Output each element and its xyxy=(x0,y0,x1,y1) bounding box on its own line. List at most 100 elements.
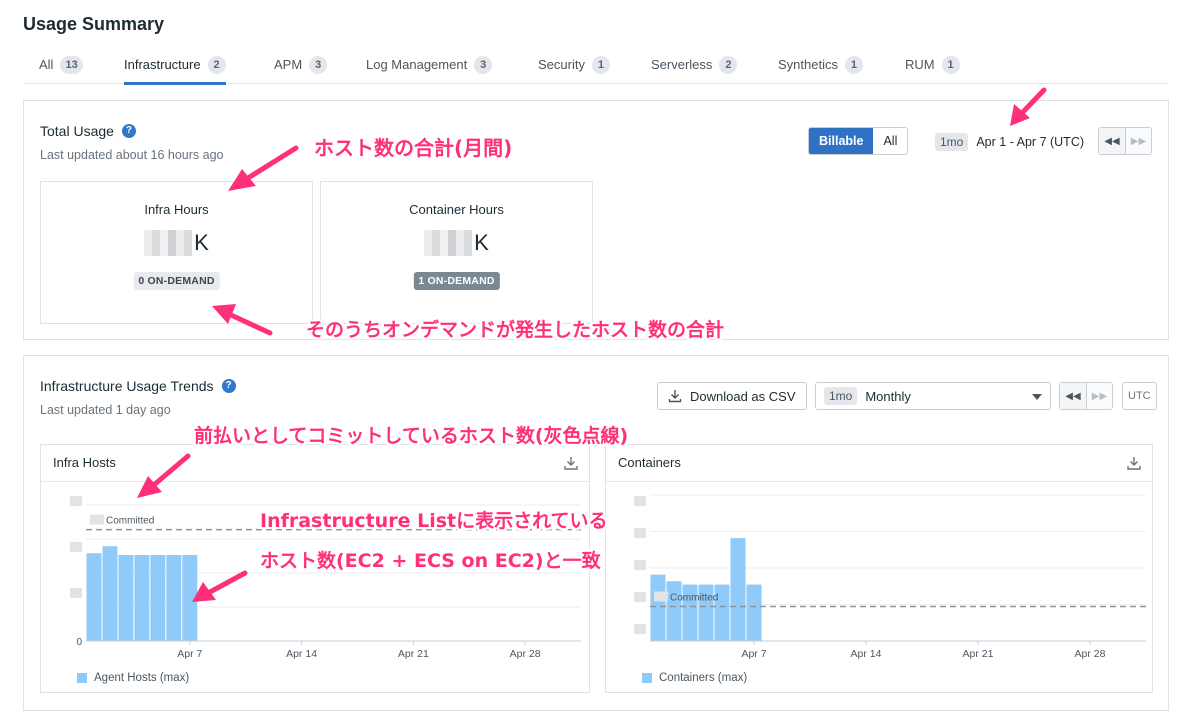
date-range-text[interactable]: Apr 1 - Apr 7 (UTC) xyxy=(976,135,1084,149)
committed-label: Committed xyxy=(106,516,154,527)
chart-header: Containers xyxy=(606,445,1152,482)
period-pill: 1mo xyxy=(935,133,969,151)
tab-rum[interactable]: RUM 1 xyxy=(905,50,960,84)
download-label: Download as CSV xyxy=(690,388,796,404)
value-suffix: K xyxy=(194,230,209,255)
interval-value: Monthly xyxy=(865,388,911,404)
tab-label: RUM xyxy=(905,57,935,72)
bar xyxy=(118,555,134,641)
tab-apm[interactable]: APM 3 xyxy=(274,50,328,84)
usage-trends-panel: Infrastructure Usage Trends ? Last updat… xyxy=(23,355,1169,711)
billable-button[interactable]: Billable xyxy=(809,128,874,154)
on-demand-badge: 1 ON-DEMAND xyxy=(413,272,500,290)
period-pill: 1mo xyxy=(824,387,858,405)
tab-count: 1 xyxy=(591,56,610,74)
help-icon[interactable]: ? xyxy=(121,124,136,138)
trends-title: Infrastructure Usage Trends ? xyxy=(40,378,236,394)
chart-header: Infra Hosts xyxy=(41,445,589,482)
tab-label: APM xyxy=(274,57,303,72)
bar xyxy=(650,574,666,641)
help-icon[interactable]: ? xyxy=(221,379,236,393)
date-nav: ◀◀ ▶▶ xyxy=(1059,382,1113,410)
bar xyxy=(182,555,198,641)
bar xyxy=(150,555,166,641)
panel-title-text: Infrastructure Usage Trends xyxy=(40,378,214,394)
card-value: K xyxy=(41,230,312,256)
tab-infrastructure[interactable]: Infrastructure 2 xyxy=(124,50,226,85)
chart-plot: Apr 7 Apr 14 Apr 21 Apr 28 Committed xyxy=(634,494,1146,660)
y-zero-label: 0 xyxy=(76,637,82,648)
bar xyxy=(746,584,762,641)
tab-log-management[interactable]: Log Management 3 xyxy=(366,50,493,84)
chart-legend: Containers (max) xyxy=(642,672,747,684)
legend-label: Agent Hosts (max) xyxy=(94,672,190,684)
redacted-value xyxy=(144,230,193,256)
date-nav: ◀◀ ▶▶ xyxy=(1098,127,1152,155)
bar xyxy=(86,553,102,641)
tab-synthetics[interactable]: Synthetics 1 xyxy=(778,50,863,84)
bar xyxy=(166,555,182,641)
download-icon[interactable] xyxy=(563,455,579,471)
legend-swatch xyxy=(77,673,87,683)
x-tick-label: Apr 7 xyxy=(741,648,766,660)
tab-count: 1 xyxy=(844,56,863,74)
all-button[interactable]: All xyxy=(873,128,908,154)
billable-toggle: Billable All xyxy=(808,127,909,155)
tab-label: All xyxy=(39,57,54,72)
panel-title-text: Total Usage xyxy=(40,123,114,139)
x-tick-label: Apr 21 xyxy=(963,648,994,660)
bar xyxy=(134,555,150,641)
tab-label: Security xyxy=(538,57,585,72)
redacted-tick xyxy=(634,592,646,602)
tab-count: 3 xyxy=(309,56,328,74)
card-label: Infra Hours xyxy=(144,202,209,217)
x-tick-label: Apr 21 xyxy=(398,648,429,660)
container-hours-card: Container Hours K 1 ON-DEMAND xyxy=(320,181,593,324)
tab-label: Serverless xyxy=(651,57,713,72)
committed-label: Committed xyxy=(670,592,718,603)
x-tick-label: Apr 7 xyxy=(177,648,202,660)
chart-legend: Agent Hosts (max) xyxy=(77,672,189,684)
x-tick-label: Apr 14 xyxy=(286,648,317,660)
tab-count: 2 xyxy=(207,56,226,74)
utc-toggle[interactable]: UTC xyxy=(1122,382,1157,410)
tab-label: Infrastructure xyxy=(124,57,201,72)
total-usage-title: Total Usage ? xyxy=(40,123,136,139)
on-demand-badge: 0 ON-DEMAND xyxy=(133,272,220,290)
redacted-tick xyxy=(70,542,82,552)
prev-period-icon[interactable]: ◀◀ xyxy=(1099,128,1125,154)
tab-count: 1 xyxy=(941,56,960,74)
next-period-icon[interactable]: ▶▶ xyxy=(1086,383,1112,409)
x-tick-label: Apr 14 xyxy=(851,648,882,660)
x-tick-label: Apr 28 xyxy=(510,648,541,660)
redacted-tick xyxy=(70,588,82,598)
annotation-committed: 前払いとしてコミットしているホスト数(灰色点線) xyxy=(194,425,629,447)
download-csv-button[interactable]: Download as CSV xyxy=(657,382,807,410)
tab-label: Log Management xyxy=(366,57,468,72)
bar xyxy=(730,538,746,641)
tab-count: 2 xyxy=(719,56,738,74)
page-title: Usage Summary xyxy=(23,14,165,34)
infra-hours-card: Infra Hours K 0 ON-DEMAND xyxy=(40,181,313,324)
annotation-on-demand: そのうちオンデマンドが発生したホスト数の合計 xyxy=(306,319,725,341)
chevron-down-icon xyxy=(1032,394,1042,400)
tab-count: 3 xyxy=(474,56,493,74)
download-icon[interactable] xyxy=(1126,455,1142,471)
tab-label: Synthetics xyxy=(778,57,838,72)
tab-serverless[interactable]: Serverless 2 xyxy=(651,50,738,84)
chart-title: Containers xyxy=(618,455,681,470)
redacted-tick xyxy=(634,496,646,506)
tab-security[interactable]: Security 1 xyxy=(538,50,610,84)
tab-count: 13 xyxy=(60,56,83,74)
redacted-tick xyxy=(70,496,82,506)
prev-period-icon[interactable]: ◀◀ xyxy=(1060,383,1086,409)
redacted-value xyxy=(654,591,668,602)
chart-title: Infra Hosts xyxy=(53,455,116,470)
redacted-value xyxy=(424,230,473,256)
containers-chart: Containers Apr 7 Apr 14 Apr 21 Apr 28 Commit… xyxy=(605,444,1153,693)
x-tick-label: Apr 28 xyxy=(1075,648,1106,660)
next-period-icon[interactable]: ▶▶ xyxy=(1125,128,1151,154)
tab-all[interactable]: All 13 xyxy=(39,50,83,84)
total-usage-panel: Total Usage ? Last updated about 16 hour… xyxy=(23,100,1169,340)
interval-select[interactable]: 1mo Monthly xyxy=(815,382,1051,410)
